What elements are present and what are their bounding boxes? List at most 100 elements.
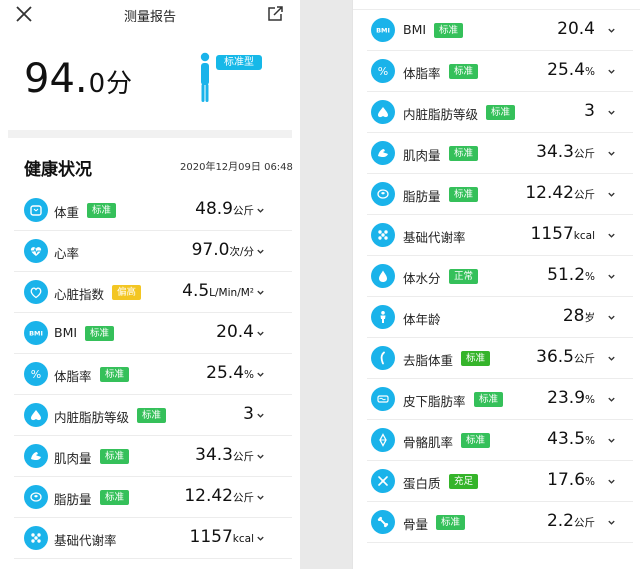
metric-row[interactable]: 内脏脂肪等级 标准 3 (0, 395, 300, 436)
chevron-down-icon[interactable] (256, 411, 265, 420)
metric-value: 25.4% (206, 363, 254, 383)
metric-row[interactable]: BMI BMI 标准 20.4 (0, 313, 300, 354)
metric-row[interactable]: 骨骼肌率 标准 43.5% (353, 420, 640, 461)
water-drop-icon (371, 264, 395, 288)
metric-row[interactable]: 去脂体重 标准 36.5公斤 (353, 338, 640, 379)
heart-rate-icon (24, 239, 48, 263)
metric-row[interactable]: BMI BMI 标准 20.4 (353, 10, 640, 51)
metric-row[interactable]: 心脏指数 偏高 4.5L/Min/M² (0, 272, 300, 313)
metric-unit: % (585, 66, 595, 78)
status-badge: 标准 (87, 203, 117, 218)
metric-row[interactable]: 体年龄 28岁 (353, 297, 640, 338)
share-icon[interactable] (266, 5, 284, 23)
metric-row[interactable]: % 体脂率 标准 25.4% (353, 51, 640, 92)
metric-unit: kcal (573, 230, 595, 242)
chevron-down-icon[interactable] (607, 272, 616, 281)
metabolism-icon (24, 526, 48, 550)
chevron-down-icon[interactable] (256, 247, 265, 256)
lean-mass-icon (371, 346, 395, 370)
visceral-fat-icon (24, 403, 48, 427)
subcutaneous-fat-icon (371, 387, 395, 411)
metric-value: 34.3公斤 (536, 142, 595, 162)
chevron-down-icon[interactable] (256, 206, 265, 215)
metric-name: 基础代谢率 (403, 230, 466, 245)
metric-value: 25.4% (547, 60, 595, 80)
status-badge: 偏高 (112, 285, 142, 300)
metric-row[interactable]: 肌肉量 标准 34.3公斤 (0, 436, 300, 477)
chevron-down-icon[interactable] (607, 477, 616, 486)
chevron-down-icon[interactable] (607, 26, 616, 35)
metric-row[interactable]: 骨量 标准 2.2公斤 (353, 502, 640, 543)
bmi-icon: BMI (371, 18, 395, 42)
metric-row[interactable]: 心率 97.0次/分 (0, 231, 300, 272)
chevron-down-icon[interactable] (607, 518, 616, 527)
metric-row[interactable]: 体水分 正常 51.2% (353, 256, 640, 297)
metric-row[interactable]: 蛋白质 充足 17.6% (353, 461, 640, 502)
status-badge: 标准 (137, 408, 167, 423)
metric-number: 17.6 (547, 470, 586, 490)
metric-row[interactable]: % 体脂率 标准 25.4% (0, 354, 300, 395)
metric-number: 51.2 (547, 265, 586, 285)
metric-name: 蛋白质 (403, 476, 441, 491)
metric-unit: 岁 (584, 312, 596, 324)
chevron-down-icon[interactable] (607, 313, 616, 322)
metric-name: 体脂率 (403, 66, 441, 81)
chevron-down-icon[interactable] (256, 329, 265, 338)
chevron-down-icon[interactable] (256, 288, 265, 297)
metric-number: 3 (584, 101, 595, 121)
chevron-down-icon[interactable] (607, 190, 616, 199)
chevron-down-icon[interactable] (256, 370, 265, 379)
chevron-down-icon[interactable] (607, 67, 616, 76)
bmi-icon: BMI (24, 321, 48, 345)
bone-icon (371, 510, 395, 534)
metric-unit: % (585, 435, 595, 447)
left-screen: 测量报告 94.0分 标准型 健康状况 2020年12月09日 06:48 体重… (0, 0, 300, 569)
metric-row[interactable]: 脂肪量 标准 12.42公斤 (0, 477, 300, 518)
metric-number: 23.9 (547, 388, 586, 408)
metric-number: 25.4 (547, 60, 586, 80)
metric-number: 48.9 (195, 199, 233, 219)
chevron-down-icon[interactable] (607, 108, 616, 117)
metric-number: 12.42 (184, 486, 233, 506)
metric-row[interactable]: 内脏脂肪等级 标准 3 (353, 92, 640, 133)
metric-value: 17.6% (547, 470, 595, 490)
metric-unit: 公斤 (574, 353, 595, 365)
score-unit: 分 (106, 69, 133, 99)
chevron-down-icon[interactable] (607, 354, 616, 363)
metric-name: BMI (403, 22, 427, 37)
metric-value: 12.42公斤 (525, 183, 595, 203)
chevron-down-icon[interactable] (607, 231, 616, 240)
metric-value: 48.9公斤 (195, 199, 254, 219)
metric-value: 20.4 (216, 322, 254, 342)
metric-value: 28岁 (563, 306, 595, 326)
metric-name: 体脂率 (54, 369, 92, 384)
metric-unit: 公斤 (233, 451, 254, 463)
metric-number: 25.4 (206, 363, 245, 383)
status-badge: 充足 (449, 474, 479, 489)
metric-row[interactable]: 脂肪量 标准 12.42公斤 (353, 174, 640, 215)
metric-name: BMI (54, 325, 78, 340)
chevron-down-icon[interactable] (607, 395, 616, 404)
status-badge: 正常 (449, 269, 479, 284)
metric-value: 20.4 (557, 19, 595, 39)
status-badge: 标准 (100, 490, 130, 505)
metric-row[interactable]: 体重 标准 48.9公斤 (0, 190, 300, 231)
health-section-title: 健康状况 (24, 160, 92, 180)
chevron-down-icon[interactable] (256, 452, 265, 461)
muscle-icon (371, 141, 395, 165)
visceral-fat-icon (371, 100, 395, 124)
score-decimal: 0 (88, 69, 106, 99)
metric-name: 脂肪量 (54, 492, 92, 507)
metric-name: 心脏指数 (54, 287, 105, 302)
chevron-down-icon[interactable] (607, 149, 616, 158)
chevron-down-icon[interactable] (256, 493, 265, 502)
metric-row[interactable]: 基础代谢率 1157kcal (0, 518, 300, 559)
metric-row[interactable]: 皮下脂肪率 标准 23.9% (353, 379, 640, 420)
metric-unit: 公斤 (574, 148, 595, 160)
chevron-down-icon[interactable] (607, 436, 616, 445)
metric-number: 4.5 (182, 281, 210, 301)
metric-row[interactable]: 基础代谢率 1157kcal (353, 215, 640, 256)
metric-row[interactable]: 肌肉量 标准 34.3公斤 (353, 133, 640, 174)
measurement-datetime: 2020年12月09日 06:48 (180, 162, 293, 173)
chevron-down-icon[interactable] (256, 534, 265, 543)
